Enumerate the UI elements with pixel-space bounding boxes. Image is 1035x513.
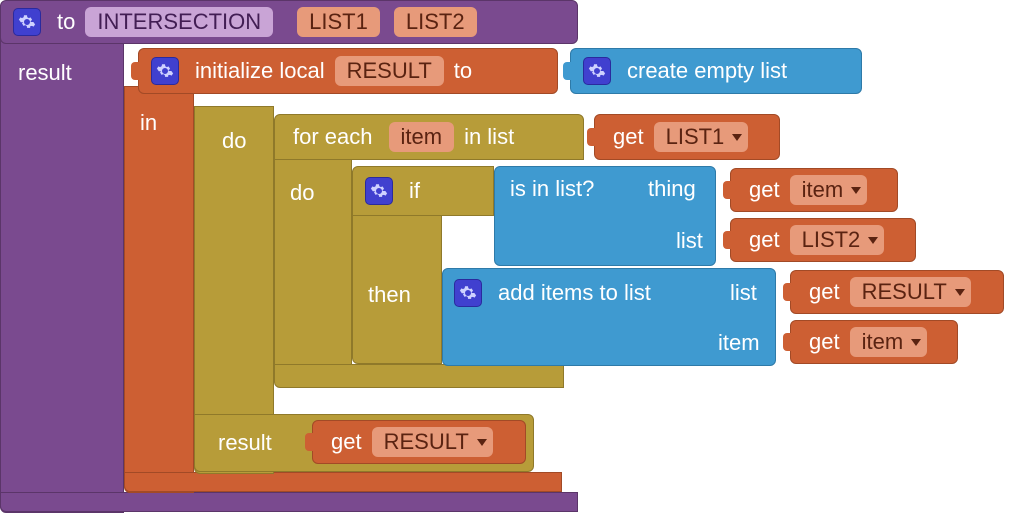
chevron-down-icon [955,289,965,296]
get-keyword: get [613,124,644,150]
for-each-label: for each [293,124,373,150]
local-var-result-chip[interactable]: RESULT [335,56,444,86]
param-list2-chip[interactable]: LIST2 [394,7,477,37]
get-keyword: get [749,177,780,203]
procedure-result-keyword: result [18,60,72,86]
chevron-down-icon [851,187,861,194]
procedure-bottom-rail [0,492,578,512]
get-keyword: get [749,227,780,253]
item-keyword: item [718,330,760,356]
add-items-header[interactable]: add items to list [442,268,694,318]
var-item-dropdown[interactable]: item [790,175,868,205]
get-item-additem-block[interactable]: get item [790,320,958,364]
in-keyword: in [140,110,157,136]
get-result-return-block[interactable]: get RESULT [312,420,526,464]
get-list1-block[interactable]: get LIST1 [594,114,780,160]
foreach-bottom-rail [274,364,564,388]
var-list2-dropdown[interactable]: LIST2 [790,225,885,255]
foreach-var-chip[interactable]: item [389,122,455,152]
is-in-list-label: is in list? [510,176,594,202]
do-keyword: do [290,180,314,206]
if-keyword: if [409,178,420,204]
procedure-body-rail [0,36,124,513]
var-item-dropdown[interactable]: item [850,327,928,357]
gear-icon[interactable] [454,279,482,307]
create-empty-list-block[interactable]: create empty list [570,48,862,94]
get-keyword: get [809,279,840,305]
init-local-rail [124,86,194,493]
gear-icon[interactable] [583,57,611,85]
do-keyword-outer: do [222,128,246,154]
get-keyword: get [809,329,840,355]
then-keyword: then [368,282,411,308]
result-keyword: result [218,430,272,456]
var-result-dropdown[interactable]: RESULT [372,427,493,457]
init-local-bottom-rail [124,472,562,492]
gear-icon[interactable] [365,177,393,205]
get-list2-block[interactable]: get LIST2 [730,218,916,262]
get-result-list-block[interactable]: get RESULT [790,270,1004,314]
get-keyword: get [331,429,362,455]
gear-icon[interactable] [13,8,41,36]
param-list1-chip[interactable]: LIST1 [297,7,380,37]
create-empty-list-label: create empty list [627,58,787,84]
initialize-local-block[interactable]: initialize local RESULT to [138,48,558,94]
to-keyword: to [57,9,75,35]
in-list-keyword: in list [464,124,514,150]
list-keyword: list [730,280,757,306]
to-keyword: to [454,58,472,84]
initialize-local-label: initialize local [195,58,325,84]
procedure-header[interactable]: to INTERSECTION LIST1 LIST2 [0,0,578,44]
add-items-label: add items to list [498,280,651,306]
chevron-down-icon [911,339,921,346]
for-each-block[interactable]: for each item in list [274,114,584,160]
gear-icon[interactable] [151,57,179,85]
var-list1-dropdown[interactable]: LIST1 [654,122,749,152]
procedure-name-chip[interactable]: INTERSECTION [85,7,273,37]
var-result-dropdown[interactable]: RESULT [850,277,971,307]
chevron-down-icon [868,237,878,244]
if-block[interactable]: if [352,166,494,216]
chevron-down-icon [477,439,487,446]
chevron-down-icon [732,134,742,141]
thing-keyword: thing [648,176,696,202]
get-item-thing-block[interactable]: get item [730,168,898,212]
list-keyword: list [676,228,703,254]
